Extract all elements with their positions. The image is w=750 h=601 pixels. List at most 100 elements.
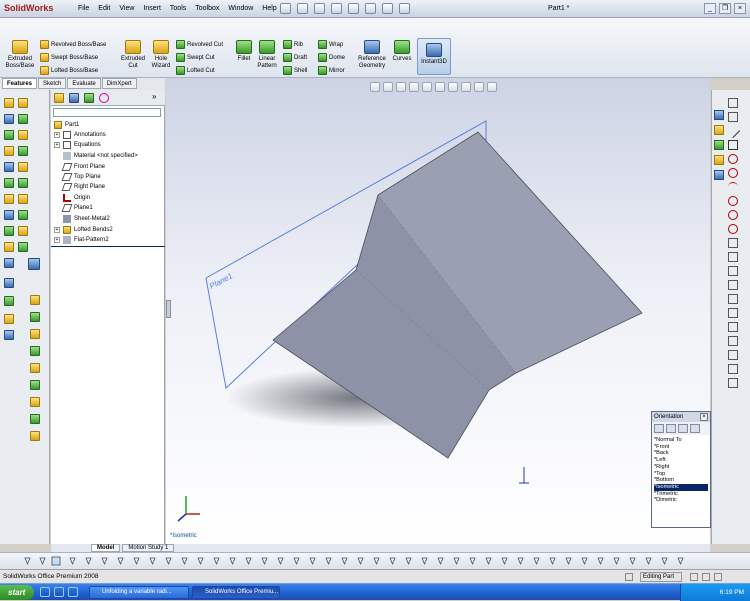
orientation-item[interactable]: *Top [654, 471, 708, 478]
tree-item-right-plane[interactable]: Right Plane [54, 183, 105, 191]
tool-icon[interactable] [4, 178, 14, 188]
tool-icon[interactable] [4, 194, 14, 204]
text-icon[interactable] [728, 252, 738, 262]
dimxpert-tab-icon[interactable] [99, 93, 109, 103]
convert-entities-icon[interactable] [728, 308, 738, 318]
tab-model[interactable]: Model [91, 544, 121, 552]
open-icon[interactable] [297, 3, 308, 14]
display-style-icon[interactable] [435, 82, 445, 92]
smart-dimension-icon[interactable] [728, 112, 738, 122]
tree-item-sheet-metal2[interactable]: Sheet-Metal2 [54, 215, 110, 223]
tool-icon[interactable] [4, 146, 14, 156]
tool-icon[interactable] [18, 146, 28, 156]
options-icon[interactable] [399, 3, 410, 14]
property-manager-tab-icon[interactable] [69, 93, 79, 103]
swept-cut-button[interactable]: Swept Cut [176, 53, 215, 62]
fillet-button[interactable]: Fillet [234, 40, 254, 63]
rectangle-icon[interactable] [728, 140, 738, 150]
dome-button[interactable]: Dome [318, 53, 345, 62]
tool-icon[interactable] [18, 178, 28, 188]
tree-item-front-plane[interactable]: Front Plane [54, 163, 105, 171]
scale-icon[interactable] [728, 378, 738, 388]
tool-icon[interactable] [28, 258, 40, 270]
previous-view-icon[interactable] [396, 82, 406, 92]
orientation-item[interactable]: *Bottom [654, 477, 708, 484]
tab-sketch[interactable]: Sketch [38, 78, 67, 89]
rib-button[interactable]: Rib [283, 40, 303, 49]
move-icon[interactable] [728, 350, 738, 360]
graphics-area[interactable]: Plane1 [166, 78, 710, 544]
tool-icon[interactable] [30, 346, 40, 356]
menu-window[interactable]: Window [228, 5, 253, 12]
tool-icon[interactable] [30, 414, 40, 424]
tool-icon[interactable] [4, 258, 14, 268]
menu-toolbox[interactable]: Toolbox [195, 5, 219, 12]
tool-icon[interactable] [4, 278, 14, 288]
tree-item-top-plane[interactable]: Top Plane [54, 173, 101, 181]
orientation-item[interactable]: *Right [654, 464, 708, 471]
tool-icon[interactable] [4, 162, 14, 172]
reset-views-icon[interactable] [690, 424, 700, 433]
tool-icon[interactable] [18, 98, 28, 108]
tool-icon[interactable] [4, 242, 14, 252]
tangent-arc-icon[interactable] [728, 182, 738, 192]
restore-icon[interactable]: ❐ [719, 3, 731, 14]
swept-boss-button[interactable]: Swept Boss/Base [40, 53, 98, 62]
tool-icon[interactable] [30, 312, 40, 322]
edit-appearance-icon[interactable] [461, 82, 471, 92]
curves-button[interactable]: Curves [390, 40, 414, 63]
new-icon[interactable] [280, 3, 291, 14]
panel-splitter[interactable] [166, 300, 171, 318]
tool-icon[interactable] [714, 170, 724, 180]
view-orientation-icon[interactable] [422, 82, 432, 92]
offset-icon[interactable] [728, 294, 738, 304]
tree-item-origin[interactable]: Origin [54, 194, 90, 202]
orientation-item[interactable]: *Normal To [654, 437, 708, 444]
app-logo[interactable]: SolidWorks [4, 3, 53, 13]
quick-launch-icon[interactable] [68, 587, 78, 597]
reference-geometry-button[interactable]: Reference Geometry [355, 40, 389, 70]
pin-icon[interactable] [654, 424, 664, 433]
clock[interactable]: 6:19 PM [720, 589, 744, 596]
mirror-button[interactable]: Mirror [318, 66, 345, 75]
tool-icon[interactable] [4, 330, 14, 340]
tool-icon[interactable] [30, 363, 40, 373]
orientation-item[interactable]: *Front [654, 444, 708, 451]
menu-tools[interactable]: Tools [170, 5, 186, 12]
spline-icon[interactable] [728, 196, 738, 206]
tool-icon[interactable] [18, 242, 28, 252]
tree-item-plane1[interactable]: Plane1 [54, 204, 93, 212]
zoom-to-fit-icon[interactable] [370, 82, 380, 92]
section-view-icon[interactable] [409, 82, 419, 92]
tool-icon[interactable] [18, 194, 28, 204]
orientation-item[interactable]: *Trimetric [654, 491, 708, 498]
update-view-icon[interactable] [678, 424, 688, 433]
start-button[interactable]: start [0, 585, 34, 600]
tab-motion-study[interactable]: Motion Study 1 [122, 544, 175, 552]
tool-icon[interactable] [30, 329, 40, 339]
orientation-item[interactable]: *Left [654, 457, 708, 464]
instant3d-button[interactable]: Instant3D [417, 38, 451, 75]
linear-pattern-button[interactable]: Linear Pattern [254, 40, 280, 70]
tool-icon[interactable] [18, 162, 28, 172]
taskbar-item-browser[interactable]: Unfolding a variable radi... [89, 586, 189, 599]
tab-evaluate[interactable]: Evaluate [67, 78, 101, 89]
apply-scene-icon[interactable] [474, 82, 484, 92]
tool-icon[interactable] [4, 114, 14, 124]
quick-tips-icon[interactable] [714, 573, 722, 581]
draft-button[interactable]: Draft [283, 53, 307, 62]
rotate-icon[interactable] [728, 364, 738, 374]
sketch-icon[interactable] [728, 98, 738, 108]
help-icon[interactable] [702, 573, 710, 581]
menu-file[interactable]: File [78, 5, 89, 12]
rollback-bar[interactable] [51, 246, 165, 247]
tool-icon[interactable] [18, 210, 28, 220]
select-icon[interactable] [365, 3, 376, 14]
tool-icon[interactable] [18, 114, 28, 124]
expand-icon[interactable]: + [54, 237, 60, 243]
expand-icon[interactable]: + [54, 132, 60, 138]
tool-icon[interactable] [714, 140, 724, 150]
trim-icon[interactable] [728, 322, 738, 332]
view-settings-icon[interactable] [487, 82, 497, 92]
close-icon[interactable]: × [734, 3, 746, 14]
